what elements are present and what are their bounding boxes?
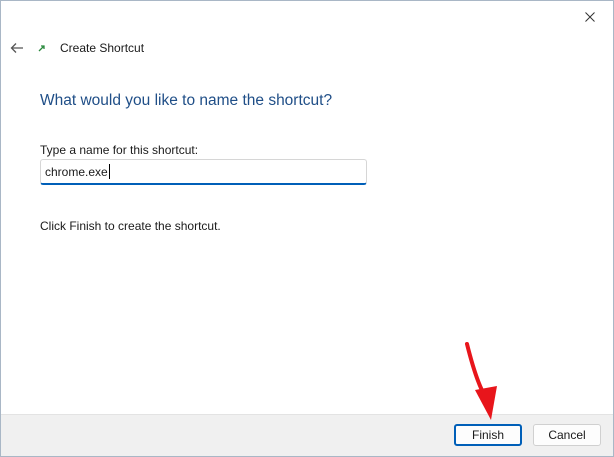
close-button[interactable]	[567, 1, 613, 33]
shortcut-name-value: chrome.exe	[45, 164, 108, 179]
finish-instruction: Click Finish to create the shortcut.	[40, 219, 221, 233]
shortcut-name-label: Type a name for this shortcut:	[40, 143, 199, 157]
cancel-button[interactable]: Cancel	[533, 424, 601, 446]
back-button[interactable]	[5, 33, 29, 63]
text-caret	[108, 164, 110, 179]
dialog-footer: Finish Cancel	[1, 414, 613, 456]
create-shortcut-dialog: Create Shortcut What would you like to n…	[0, 0, 614, 457]
page-heading: What would you like to name the shortcut…	[40, 92, 333, 109]
window-title: Create Shortcut	[60, 41, 145, 55]
back-arrow-icon	[10, 43, 23, 53]
shortcut-icon	[36, 42, 48, 54]
finish-button[interactable]: Finish	[454, 424, 522, 446]
wizard-header: Create Shortcut	[1, 33, 613, 63]
shortcut-name-input[interactable]: chrome.exe	[40, 159, 367, 185]
close-icon	[585, 12, 595, 22]
